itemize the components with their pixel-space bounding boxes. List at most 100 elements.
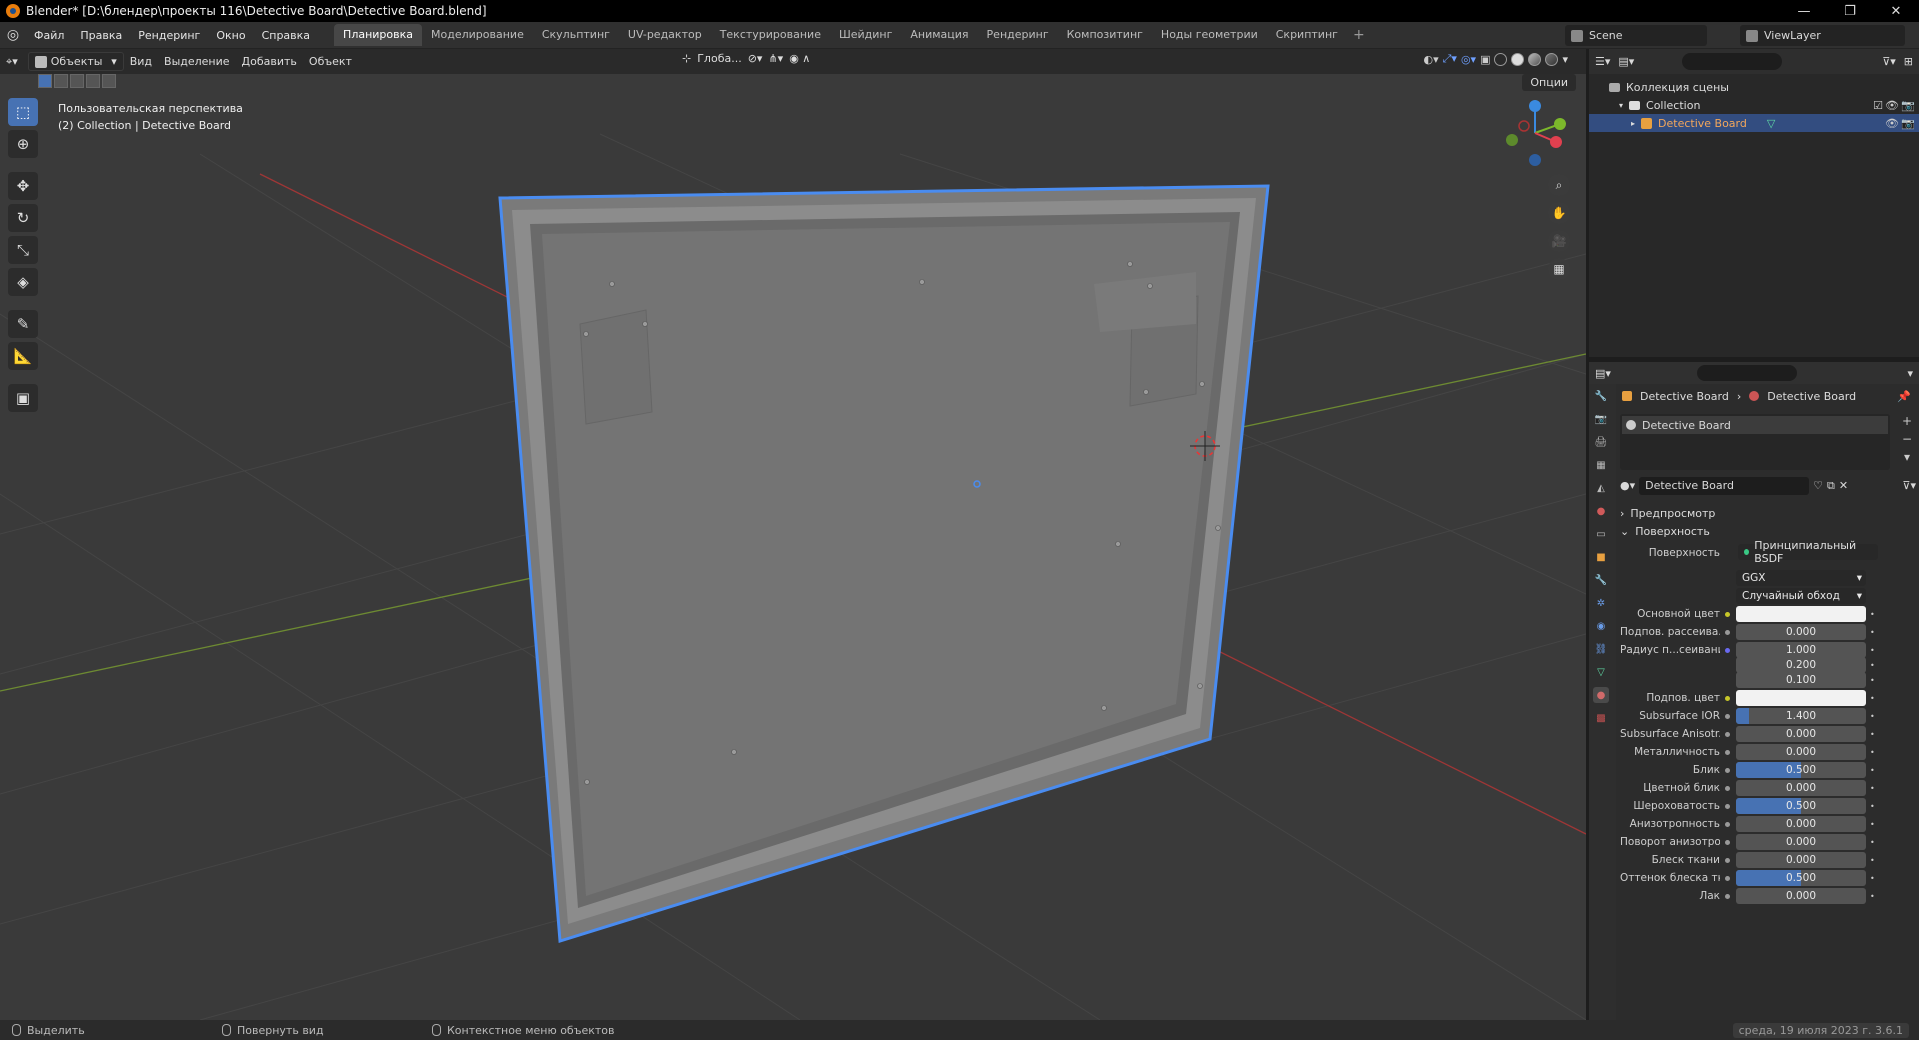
surface-shader-selector[interactable]: Принципиальный BSDF	[1738, 539, 1878, 565]
view-layer-tab-icon[interactable]: ▦	[1593, 457, 1609, 473]
particles-tab-icon[interactable]: ✲	[1593, 595, 1609, 611]
modifier-tab-icon[interactable]: 🔧	[1593, 572, 1609, 588]
tab-compositing[interactable]: Композитинг	[1058, 24, 1152, 46]
tab-sculpting[interactable]: Скульптинг	[533, 24, 619, 46]
color-swatch[interactable]	[1736, 606, 1866, 622]
socket-dot-icon[interactable]	[1720, 803, 1734, 809]
subsurface-method-select[interactable]: Случайный обход ▾	[1736, 588, 1866, 604]
move-icon[interactable]: ✥	[8, 172, 38, 200]
editor-type-icon[interactable]: ☰▾	[1595, 55, 1610, 68]
minimize-button[interactable]: —	[1781, 0, 1827, 22]
number-field[interactable]: 0.500	[1736, 762, 1866, 778]
snap-icon[interactable]: ⋔▾	[768, 52, 783, 65]
outliner-object-detective-board[interactable]: ▸ Detective Board ▽ 👁 📷	[1589, 114, 1919, 132]
keyframe-dot-icon[interactable]: •	[1870, 838, 1880, 847]
eye-icon[interactable]: 👁	[1885, 117, 1899, 130]
number-field[interactable]: 1.400	[1736, 708, 1866, 724]
select-invert-icon[interactable]	[86, 74, 100, 88]
editor-type-icon[interactable]: ▤▾	[1595, 367, 1611, 380]
xray-icon[interactable]: ▣	[1480, 53, 1490, 66]
close-button[interactable]: ✕	[1873, 0, 1919, 22]
panel-preview[interactable]: › Предпросмотр	[1620, 504, 1715, 522]
socket-dot-icon[interactable]	[1720, 857, 1734, 863]
tab-animation[interactable]: Анимация	[901, 24, 977, 46]
number-field[interactable]: 0.000	[1736, 780, 1866, 796]
rotate-icon[interactable]: ↻	[8, 204, 38, 232]
keyframe-dot-icon[interactable]: •	[1870, 610, 1880, 619]
pin-icon[interactable]: 📌	[1897, 390, 1911, 403]
outliner-scene-collection[interactable]: Коллекция сцены	[1589, 78, 1919, 96]
navigation-gizmo[interactable]	[1500, 98, 1570, 168]
transform-icon[interactable]: ◈	[8, 268, 38, 296]
3d-viewport[interactable]: Опции Пользовательская перспектива (2) C…	[0, 74, 1586, 1020]
mesh-data-tab-icon[interactable]: ▽	[1593, 664, 1609, 680]
mesh-data-icon[interactable]: ▽	[1767, 117, 1775, 130]
add-slot-icon[interactable]: +	[1899, 414, 1915, 430]
filter-icon[interactable]: ⊽▾	[1882, 55, 1896, 68]
world-tab-icon[interactable]: ●	[1593, 503, 1609, 519]
camera-visibility-icon[interactable]: 📷	[1901, 99, 1915, 112]
camera-icon[interactable]: 🎥	[1548, 230, 1570, 252]
keyframe-dot-icon[interactable]: •	[1870, 820, 1880, 829]
tab-texture-paint[interactable]: Текстурирование	[711, 24, 830, 46]
remove-slot-icon[interactable]: −	[1899, 432, 1915, 448]
keyframe-dot-icon[interactable]: •	[1870, 628, 1880, 637]
keyframe-dot-icon[interactable]: •	[1870, 646, 1880, 655]
view-layer-selector[interactable]: ViewLayer	[1740, 25, 1905, 46]
restore-button[interactable]: ❐	[1827, 0, 1873, 22]
color-swatch[interactable]	[1736, 690, 1866, 706]
distribution-select[interactable]: GGX ▾	[1736, 570, 1866, 586]
scene-selector[interactable]: Scene	[1565, 25, 1707, 46]
pivot-icon[interactable]: ⊘▾	[748, 52, 763, 65]
material-name-field[interactable]: Detective Board	[1639, 476, 1810, 495]
browse-material-icon[interactable]: ●▾	[1620, 479, 1635, 492]
duplicate-material-icon[interactable]: ⧉	[1827, 479, 1835, 493]
measure-icon[interactable]: 📐	[8, 342, 38, 370]
number-field[interactable]: 0.500	[1736, 870, 1866, 886]
chevron-down-icon[interactable]: ▾	[1907, 367, 1913, 380]
socket-dot-icon[interactable]	[1720, 731, 1734, 737]
menu-window[interactable]: Окно	[208, 22, 253, 49]
tab-layout[interactable]: Планировка	[334, 24, 423, 46]
number-field[interactable]: 0.000	[1736, 816, 1866, 832]
socket-dot-icon[interactable]	[1720, 785, 1734, 791]
material-slot[interactable]: Detective Board	[1622, 416, 1888, 434]
socket-dot-icon[interactable]	[1720, 893, 1734, 899]
keyframe-dot-icon[interactable]: •	[1870, 676, 1880, 685]
menu-view[interactable]: Вид	[124, 52, 158, 71]
socket-dot-icon[interactable]	[1720, 875, 1734, 881]
menu-render[interactable]: Рендеринг	[130, 22, 208, 49]
select-extend-icon[interactable]	[54, 74, 68, 88]
keyframe-dot-icon[interactable]: •	[1870, 730, 1880, 739]
editor-type-button[interactable]: ⌖▾	[0, 52, 24, 71]
socket-dot-icon[interactable]	[1720, 647, 1734, 653]
socket-dot-icon[interactable]	[1720, 767, 1734, 773]
menu-file[interactable]: Файл	[26, 22, 72, 49]
texture-tab-icon[interactable]: ▩	[1593, 710, 1609, 726]
blender-menu-icon[interactable]: ◎	[0, 22, 26, 49]
keyframe-dot-icon[interactable]: •	[1870, 892, 1880, 901]
keyframe-dot-icon[interactable]: •	[1870, 694, 1880, 703]
display-mode-icon[interactable]: ▤▾	[1618, 55, 1634, 68]
tab-shading[interactable]: Шейдинг	[830, 24, 901, 46]
keyframe-dot-icon[interactable]: •	[1870, 712, 1880, 721]
physics-tab-icon[interactable]: ◉	[1593, 618, 1609, 634]
tab-rendering[interactable]: Рендеринг	[978, 24, 1058, 46]
tab-uv-editing[interactable]: UV-редактор	[619, 24, 711, 46]
material-tab-icon[interactable]: ●	[1593, 687, 1609, 703]
proportional-icon[interactable]: ◉ ∧	[789, 52, 810, 65]
rendered-shading-icon[interactable]	[1545, 52, 1559, 66]
cursor-icon[interactable]: ⊕	[8, 130, 38, 158]
keyframe-dot-icon[interactable]: •	[1870, 874, 1880, 883]
scale-icon[interactable]: ⤡	[8, 236, 38, 264]
number-field[interactable]: 0.000	[1736, 744, 1866, 760]
object-tab-icon[interactable]: ■	[1593, 549, 1609, 565]
slot-specials-icon[interactable]: ▾	[1899, 450, 1915, 466]
collection-tab-icon[interactable]: ▭	[1593, 526, 1609, 542]
expand-arrow-icon[interactable]: ▾	[1619, 101, 1623, 110]
menu-select[interactable]: Выделение	[158, 52, 236, 71]
zoom-icon[interactable]: ⌕	[1548, 174, 1570, 196]
panel-surface[interactable]: ⌄ Поверхность	[1620, 522, 1710, 540]
material-shading-icon[interactable]	[1528, 52, 1542, 66]
select-intersect-icon[interactable]	[102, 74, 116, 88]
